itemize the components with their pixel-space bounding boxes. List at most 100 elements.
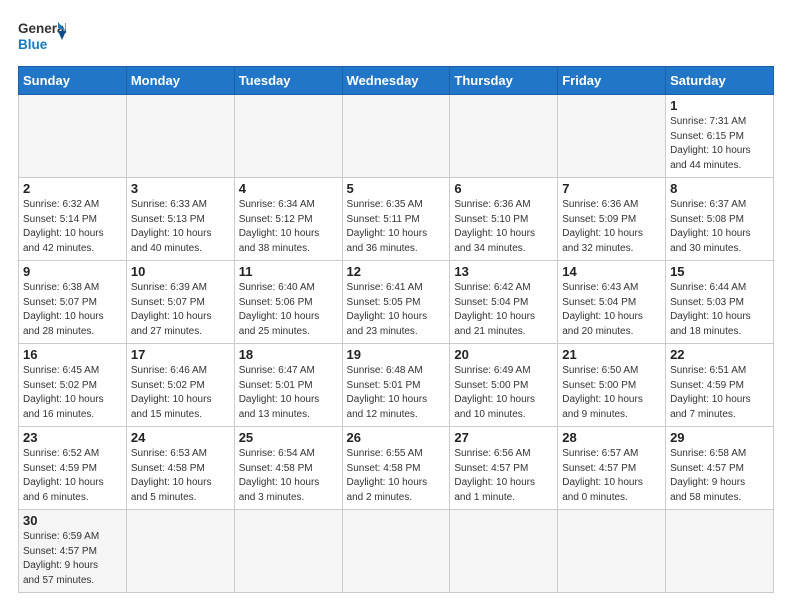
day-info: Sunrise: 6:41 AM Sunset: 5:05 PM Dayligh…: [347, 281, 446, 339]
calendar-cell: [558, 510, 666, 593]
day-number: 30: [23, 513, 122, 528]
calendar-cell: 27 Sunrise: 6:56 AM Sunset: 4:57 PM Dayli…: [450, 427, 558, 510]
day-header-wednesday: Wednesday: [342, 67, 450, 95]
calendar-cell: 4 Sunrise: 6:34 AM Sunset: 5:12 PM Daylig…: [234, 178, 342, 261]
day-info: Sunrise: 6:59 AM Sunset: 4:57 PM Dayligh…: [23, 530, 122, 588]
calendar-cell: [342, 95, 450, 178]
day-info: Sunrise: 6:42 AM Sunset: 5:04 PM Dayligh…: [454, 281, 553, 339]
day-info: Sunrise: 6:46 AM Sunset: 5:02 PM Dayligh…: [131, 364, 230, 422]
day-info: Sunrise: 6:51 AM Sunset: 4:59 PM Dayligh…: [670, 364, 769, 422]
day-number: 29: [670, 430, 769, 445]
day-header-tuesday: Tuesday: [234, 67, 342, 95]
day-number: 18: [239, 347, 338, 362]
calendar-cell: 30 Sunrise: 6:59 AM Sunset: 4:57 PM Dayli…: [19, 510, 127, 593]
calendar-cell: [234, 510, 342, 593]
logo: General Blue: [18, 18, 66, 56]
calendar-cell: 14Sunrise: 6:43 AM Sunset: 5:04 PM Dayli…: [558, 261, 666, 344]
day-number: 28: [562, 430, 661, 445]
day-number: 20: [454, 347, 553, 362]
day-number: 12: [347, 264, 446, 279]
day-number: 7: [562, 181, 661, 196]
day-info: Sunrise: 6:47 AM Sunset: 5:01 PM Dayligh…: [239, 364, 338, 422]
calendar-week-2: 9Sunrise: 6:38 AM Sunset: 5:07 PM Daylig…: [19, 261, 774, 344]
day-header-monday: Monday: [126, 67, 234, 95]
day-header-sunday: Sunday: [19, 67, 127, 95]
day-info: Sunrise: 6:36 AM Sunset: 5:10 PM Dayligh…: [454, 198, 553, 256]
day-info: Sunrise: 6:57 AM Sunset: 4:57 PM Dayligh…: [562, 447, 661, 505]
day-number: 3: [131, 181, 230, 196]
calendar-cell: 21 Sunrise: 6:50 AM Sunset: 5:00 PM Dayli…: [558, 344, 666, 427]
calendar-cell: 26 Sunrise: 6:55 AM Sunset: 4:58 PM Dayli…: [342, 427, 450, 510]
calendar-week-4: 23Sunrise: 6:52 AM Sunset: 4:59 PM Dayli…: [19, 427, 774, 510]
calendar-table: SundayMondayTuesdayWednesdayThursdayFrid…: [18, 66, 774, 593]
day-info: Sunrise: 6:34 AM Sunset: 5:12 PM Dayligh…: [239, 198, 338, 256]
day-number: 13: [454, 264, 553, 279]
day-number: 11: [239, 264, 338, 279]
calendar-cell: 10 Sunrise: 6:39 AM Sunset: 5:07 PM Dayli…: [126, 261, 234, 344]
day-number: 10: [131, 264, 230, 279]
day-number: 22: [670, 347, 769, 362]
day-header-thursday: Thursday: [450, 67, 558, 95]
calendar-cell: [666, 510, 774, 593]
calendar-page: General Blue SundayMondayTuesdayWednesda…: [0, 0, 792, 603]
day-number: 26: [347, 430, 446, 445]
calendar-cell: 23Sunrise: 6:52 AM Sunset: 4:59 PM Dayli…: [19, 427, 127, 510]
day-info: Sunrise: 6:49 AM Sunset: 5:00 PM Dayligh…: [454, 364, 553, 422]
calendar-cell: 29 Sunrise: 6:58 AM Sunset: 4:57 PM Dayli…: [666, 427, 774, 510]
day-number: 25: [239, 430, 338, 445]
calendar-cell: [234, 95, 342, 178]
calendar-cell: 5 Sunrise: 6:35 AM Sunset: 5:11 PM Daylig…: [342, 178, 450, 261]
calendar-cell: 13 Sunrise: 6:42 AM Sunset: 5:04 PM Dayli…: [450, 261, 558, 344]
calendar-cell: [19, 95, 127, 178]
svg-text:Blue: Blue: [18, 37, 48, 52]
day-info: Sunrise: 6:52 AM Sunset: 4:59 PM Dayligh…: [23, 447, 122, 505]
calendar-cell: 17Sunrise: 6:46 AM Sunset: 5:02 PM Dayli…: [126, 344, 234, 427]
day-number: 1: [670, 98, 769, 113]
calendar-cell: 11Sunrise: 6:40 AM Sunset: 5:06 PM Dayli…: [234, 261, 342, 344]
day-number: 24: [131, 430, 230, 445]
calendar-cell: 9Sunrise: 6:38 AM Sunset: 5:07 PM Daylig…: [19, 261, 127, 344]
header: General Blue: [18, 18, 774, 56]
day-number: 14: [562, 264, 661, 279]
calendar-cell: 25Sunrise: 6:54 AM Sunset: 4:58 PM Dayli…: [234, 427, 342, 510]
day-info: Sunrise: 6:55 AM Sunset: 4:58 PM Dayligh…: [347, 447, 446, 505]
logo-svg: General Blue: [18, 18, 66, 56]
day-number: 8: [670, 181, 769, 196]
calendar-cell: 3 Sunrise: 6:33 AM Sunset: 5:13 PM Daylig…: [126, 178, 234, 261]
day-info: Sunrise: 6:35 AM Sunset: 5:11 PM Dayligh…: [347, 198, 446, 256]
day-number: 4: [239, 181, 338, 196]
day-info: Sunrise: 6:56 AM Sunset: 4:57 PM Dayligh…: [454, 447, 553, 505]
calendar-cell: 6 Sunrise: 6:36 AM Sunset: 5:10 PM Daylig…: [450, 178, 558, 261]
day-info: Sunrise: 6:33 AM Sunset: 5:13 PM Dayligh…: [131, 198, 230, 256]
day-number: 5: [347, 181, 446, 196]
day-number: 16: [23, 347, 122, 362]
calendar-header-row: SundayMondayTuesdayWednesdayThursdayFrid…: [19, 67, 774, 95]
day-info: Sunrise: 6:48 AM Sunset: 5:01 PM Dayligh…: [347, 364, 446, 422]
calendar-cell: 8 Sunrise: 6:37 AM Sunset: 5:08 PM Daylig…: [666, 178, 774, 261]
calendar-cell: 19 Sunrise: 6:48 AM Sunset: 5:01 PM Dayli…: [342, 344, 450, 427]
day-info: Sunrise: 6:32 AM Sunset: 5:14 PM Dayligh…: [23, 198, 122, 256]
day-info: Sunrise: 7:31 AM Sunset: 6:15 PM Dayligh…: [670, 115, 769, 173]
day-number: 6: [454, 181, 553, 196]
calendar-week-3: 16 Sunrise: 6:45 AM Sunset: 5:02 PM Dayli…: [19, 344, 774, 427]
day-number: 19: [347, 347, 446, 362]
day-number: 27: [454, 430, 553, 445]
calendar-week-1: 2 Sunrise: 6:32 AM Sunset: 5:14 PM Daylig…: [19, 178, 774, 261]
day-info: Sunrise: 6:37 AM Sunset: 5:08 PM Dayligh…: [670, 198, 769, 256]
day-number: 21: [562, 347, 661, 362]
calendar-cell: [558, 95, 666, 178]
calendar-cell: [126, 510, 234, 593]
day-info: Sunrise: 6:50 AM Sunset: 5:00 PM Dayligh…: [562, 364, 661, 422]
calendar-cell: 15Sunrise: 6:44 AM Sunset: 5:03 PM Dayli…: [666, 261, 774, 344]
day-info: Sunrise: 6:58 AM Sunset: 4:57 PM Dayligh…: [670, 447, 769, 505]
calendar-cell: 22 Sunrise: 6:51 AM Sunset: 4:59 PM Dayli…: [666, 344, 774, 427]
calendar-cell: 20 Sunrise: 6:49 AM Sunset: 5:00 PM Dayli…: [450, 344, 558, 427]
day-number: 15: [670, 264, 769, 279]
day-info: Sunrise: 6:39 AM Sunset: 5:07 PM Dayligh…: [131, 281, 230, 339]
calendar-cell: [342, 510, 450, 593]
day-info: Sunrise: 6:38 AM Sunset: 5:07 PM Dayligh…: [23, 281, 122, 339]
day-info: Sunrise: 6:45 AM Sunset: 5:02 PM Dayligh…: [23, 364, 122, 422]
calendar-cell: 12 Sunrise: 6:41 AM Sunset: 5:05 PM Dayli…: [342, 261, 450, 344]
day-info: Sunrise: 6:53 AM Sunset: 4:58 PM Dayligh…: [131, 447, 230, 505]
day-number: 2: [23, 181, 122, 196]
